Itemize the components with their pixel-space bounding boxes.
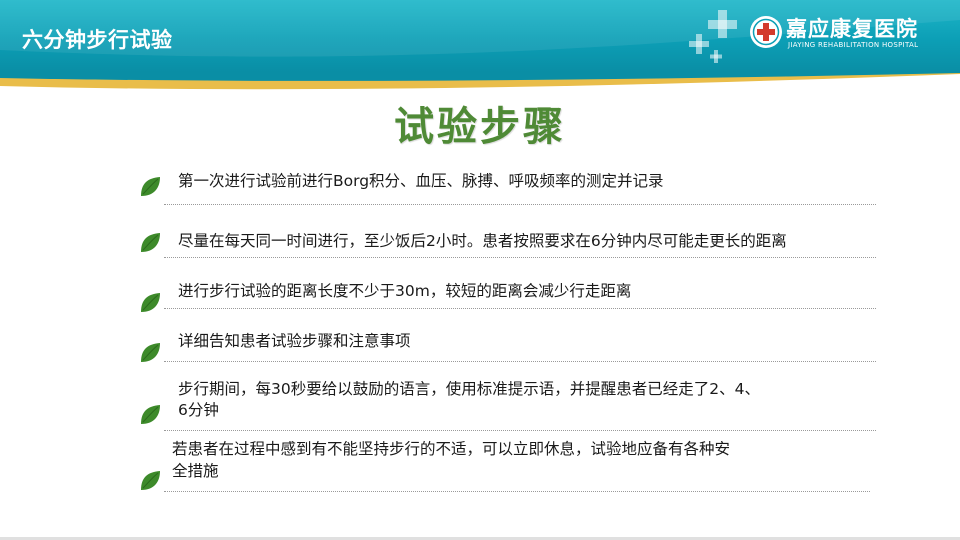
logo-chinese-name: 嘉应康复医院 bbox=[786, 17, 918, 41]
header-title: 六分钟步行试验 bbox=[22, 28, 173, 52]
page-title: 试验步骤 bbox=[394, 104, 566, 150]
divider bbox=[164, 308, 876, 309]
step-text: 尽量在每天同一时间进行，至少饭后2小时。患者按照要求在6分钟内尽可能走更长的距离 bbox=[178, 232, 787, 250]
step-text: 进行步行试验的距离长度不少于30m，较短的距离会减少行走距离 bbox=[178, 282, 632, 300]
list-item: 第一次进行试验前进行Borg积分、血压、脉搏、呼吸频率的测定并记录 bbox=[138, 168, 878, 212]
leaf-bullet-icon bbox=[141, 343, 160, 362]
step-text: 详细告知患者试验步骤和注意事项 bbox=[178, 332, 411, 350]
divider bbox=[164, 491, 870, 492]
leaf-bullet-icon bbox=[141, 233, 160, 252]
step-text-line1: 若患者在过程中感到有不能坚持步行的不适，可以立即休息，试验地应备有各种安 bbox=[172, 440, 731, 458]
step-text-line2: 6分钟 bbox=[178, 401, 219, 419]
divider bbox=[164, 257, 876, 258]
list-item: 步行期间，每30秒要给以鼓励的语言，使用标准提示语，并提醒患者已经走了2、4、 … bbox=[138, 378, 878, 434]
header-bar: 六分钟步行试验 嘉应康复医院 JIAYING REHABILITATION HO… bbox=[0, 0, 960, 72]
leaf-bullet-icon bbox=[141, 405, 160, 424]
leaf-bullet-icon bbox=[141, 471, 160, 490]
step-text: 第一次进行试验前进行Borg积分、血压、脉搏、呼吸频率的测定并记录 bbox=[178, 172, 664, 190]
divider bbox=[164, 361, 876, 362]
list-item: 进行步行试验的距离长度不少于30m，较短的距离会减少行走距离 bbox=[138, 278, 878, 322]
step-text-line1: 步行期间，每30秒要给以鼓励的语言，使用标准提示语，并提醒患者已经走了2、4、 bbox=[178, 380, 760, 398]
hospital-logo-icon bbox=[750, 16, 782, 48]
hospital-logo: 嘉应康复医院 JIAYING REHABILITATION HOSPITAL bbox=[748, 12, 948, 56]
divider bbox=[164, 430, 876, 431]
divider bbox=[164, 204, 876, 205]
header-band bbox=[0, 72, 960, 90]
step-text-line2: 全措施 bbox=[172, 462, 219, 480]
plus-crosses-icon bbox=[689, 10, 737, 63]
list-item: 尽量在每天同一时间进行，至少饭后2小时。患者按照要求在6分钟内尽可能走更长的距离 bbox=[138, 226, 878, 270]
list-item: 详细告知患者试验步骤和注意事项 bbox=[138, 330, 878, 370]
logo-english-name: JIAYING REHABILITATION HOSPITAL bbox=[788, 41, 919, 49]
leaf-bullet-icon bbox=[141, 293, 160, 312]
leaf-bullet-icon bbox=[141, 177, 160, 196]
list-item: 若患者在过程中感到有不能坚持步行的不适，可以立即休息，试验地应备有各种安 全措施 bbox=[138, 438, 878, 496]
